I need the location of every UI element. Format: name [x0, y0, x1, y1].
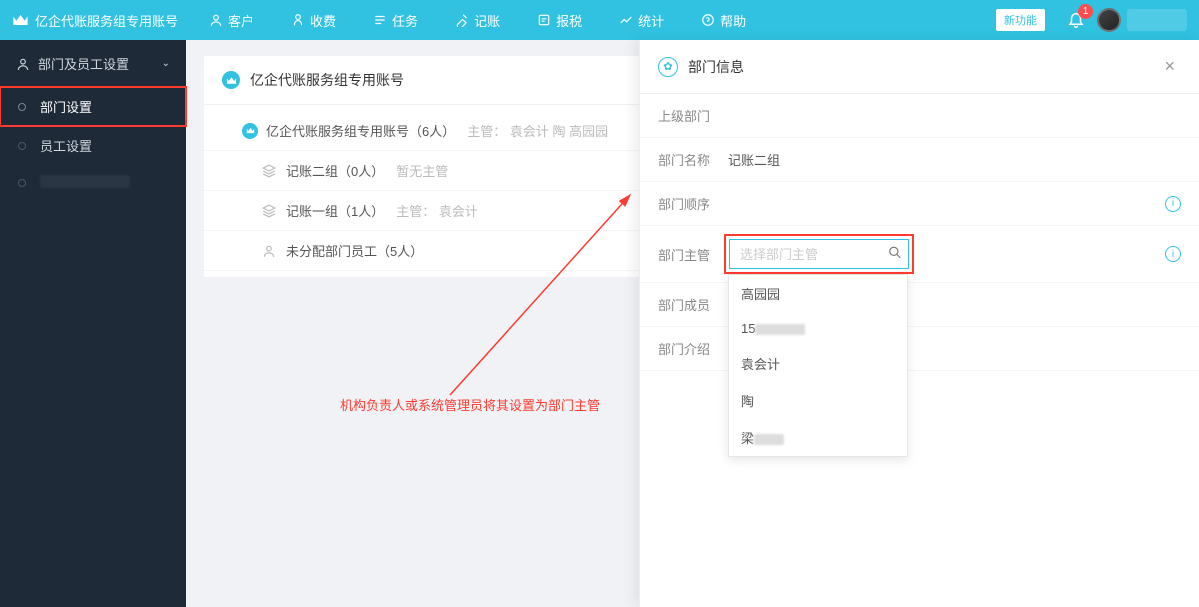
- tax-icon: [536, 13, 551, 28]
- sidebar-group-toggle[interactable]: 部门及员工设置 ⌄: [0, 40, 186, 87]
- panel-title: 部门信息: [688, 57, 744, 77]
- sidebar-item-employee[interactable]: 员工设置: [0, 126, 186, 165]
- tree-row-text: 未分配部门员工（5人）: [286, 241, 423, 260]
- nav-tax[interactable]: 报税: [518, 0, 600, 40]
- panel-header: ✿ 部门信息 ×: [640, 40, 1199, 94]
- crown-icon: [222, 71, 240, 89]
- field-name: 部门名称 记账二组: [640, 138, 1199, 182]
- stats-icon: [618, 13, 633, 28]
- field-parent: 上级部门: [640, 94, 1199, 138]
- chevron-down-icon: ⌄: [162, 58, 170, 69]
- nav-label: 收费: [310, 11, 336, 30]
- fee-icon: [290, 13, 305, 28]
- field-label: 部门顺序: [658, 194, 728, 213]
- nav-help[interactable]: 帮助: [682, 0, 764, 40]
- ledger-icon: [454, 13, 469, 28]
- task-icon: [372, 13, 387, 28]
- field-label: 部门介绍: [658, 339, 728, 358]
- nav-label: 任务: [392, 11, 418, 30]
- sidebar-group-label: 部门及员工设置: [38, 54, 129, 73]
- user-menu[interactable]: [1127, 9, 1187, 31]
- customer-icon: [208, 13, 223, 28]
- dropdown-item[interactable]: 梁: [729, 419, 907, 456]
- nav-ledger[interactable]: 记账: [436, 0, 518, 40]
- new-feature-badge[interactable]: 新功能: [996, 9, 1045, 31]
- search-icon[interactable]: [888, 246, 902, 263]
- field-order: 部门顺序 i: [640, 182, 1199, 226]
- info-icon[interactable]: i: [1165, 196, 1181, 212]
- sidebar-item-label: 部门设置: [40, 100, 92, 115]
- stack-icon: [262, 204, 278, 218]
- tree-row-text: 记账一组（1人）: [286, 201, 384, 220]
- close-button[interactable]: ×: [1158, 54, 1181, 79]
- department-icon: ✿: [658, 57, 678, 77]
- dropdown-item[interactable]: 陶: [729, 382, 907, 419]
- field-value: 记账二组: [728, 150, 1181, 169]
- field-label: 部门名称: [658, 150, 728, 169]
- tree-row-text: 记账二组（0人）: [286, 161, 384, 180]
- crown-icon: [242, 123, 258, 139]
- sidebar-item-department[interactable]: 部门设置: [0, 87, 186, 126]
- nav-label: 统计: [638, 11, 664, 30]
- notification-bell[interactable]: 1: [1067, 10, 1085, 31]
- supervisor-input[interactable]: [729, 239, 909, 269]
- dropdown-item[interactable]: 15: [729, 312, 907, 345]
- field-members: 部门成员: [640, 283, 1199, 327]
- sidebar: 部门及员工设置 ⌄ 部门设置 员工设置: [0, 40, 186, 607]
- field-label: 部门主管: [658, 245, 728, 264]
- tree-row-meta: 主管： 袁会计 陶 高园园: [467, 121, 608, 140]
- nav-fee[interactable]: 收费: [272, 0, 354, 40]
- supervisor-select: 高园园 15 袁会计 陶 梁: [728, 238, 910, 270]
- tree-row-meta: 主管： 袁会计: [396, 201, 478, 220]
- brand: 亿企代账服务组专用账号: [0, 11, 190, 30]
- dropdown-item[interactable]: 高园园: [729, 275, 907, 312]
- sidebar-item-label: 员工设置: [40, 139, 92, 154]
- sidebar-item-label: [40, 175, 130, 188]
- supervisor-dropdown: 高园园 15 袁会计 陶 梁: [728, 274, 908, 457]
- crown-icon: [12, 13, 29, 27]
- field-label: 部门成员: [658, 295, 728, 314]
- nav-label: 记账: [474, 11, 500, 30]
- field-label: 上级部门: [658, 106, 728, 125]
- avatar[interactable]: [1097, 8, 1121, 32]
- notification-count: 1: [1078, 4, 1093, 19]
- brand-title: 亿企代账服务组专用账号: [35, 11, 178, 30]
- field-intro: 部门介绍: [640, 327, 1199, 371]
- department-info-panel: ✿ 部门信息 × 上级部门 部门名称 记账二组 部门顺序 i 部门主管 高园园: [639, 40, 1199, 607]
- nav-label: 报税: [556, 11, 582, 30]
- info-icon[interactable]: i: [1165, 246, 1181, 262]
- tree-row-text: 亿企代账服务组专用账号（6人）: [266, 121, 455, 140]
- nav-label: 帮助: [720, 11, 746, 30]
- nav-label: 客户: [228, 11, 254, 30]
- dropdown-item[interactable]: 袁会计: [729, 345, 907, 382]
- tree-row-meta: 暂无主管: [396, 161, 448, 180]
- nav-customer[interactable]: 客户: [190, 0, 272, 40]
- help-icon: [700, 13, 715, 28]
- person-icon: [262, 244, 278, 258]
- nav-task[interactable]: 任务: [354, 0, 436, 40]
- sidebar-item-hidden[interactable]: [0, 165, 186, 201]
- stack-icon: [262, 164, 278, 178]
- nav-stats[interactable]: 统计: [600, 0, 682, 40]
- field-supervisor: 部门主管 高园园 15 袁会计 陶 梁 i: [640, 226, 1199, 283]
- card-title: 亿企代账服务组专用账号: [250, 70, 404, 90]
- person-icon: [16, 57, 30, 71]
- top-navbar: 亿企代账服务组专用账号 客户 收费 任务 记账 报税 统计 帮助 新功能 1: [0, 0, 1199, 40]
